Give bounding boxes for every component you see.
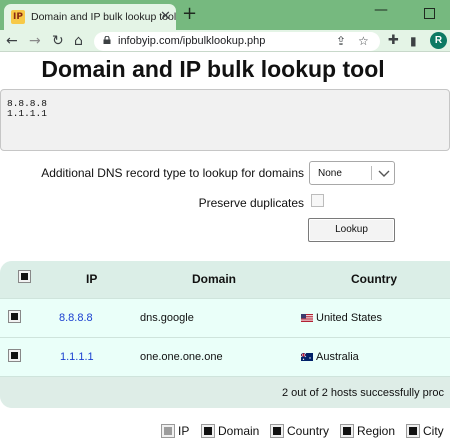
- back-icon[interactable]: ←: [6, 32, 18, 50]
- browser-tab-strip: IP Domain and IP bulk lookup tool ✕ + —: [0, 0, 450, 30]
- hosts-textarea[interactable]: 8.8.8.8 1.1.1.1: [0, 89, 450, 151]
- home-icon[interactable]: ⌂: [74, 32, 83, 50]
- ip-link[interactable]: 1.1.1.1: [60, 351, 94, 363]
- preserve-duplicates-checkbox[interactable]: [311, 194, 324, 207]
- results-summary: 2 out of 2 hosts successfully proc: [282, 387, 445, 399]
- header-ip[interactable]: IP: [86, 272, 97, 286]
- dns-record-select[interactable]: None: [309, 161, 395, 185]
- browser-tab[interactable]: IP Domain and IP bulk lookup tool ✕: [4, 4, 176, 30]
- table-row: 8.8.8.8 dns.google United States: [0, 298, 450, 337]
- column-toggle-city-label: City: [423, 424, 444, 438]
- preserve-duplicates-label: Preserve duplicates: [198, 196, 304, 210]
- column-toggle-region[interactable]: Region: [340, 424, 396, 438]
- share-icon[interactable]: ⇪: [336, 32, 346, 50]
- address-bar[interactable]: infobyip.com/ipbulklookup.php ⇪ ☆: [94, 32, 380, 51]
- reload-icon[interactable]: ↻: [52, 32, 64, 50]
- new-tab-icon[interactable]: +: [182, 3, 197, 24]
- column-toggle-country[interactable]: Country: [270, 424, 330, 438]
- window-minimize-icon[interactable]: —: [374, 2, 388, 18]
- select-divider: [371, 166, 372, 180]
- header-country[interactable]: Country: [351, 272, 397, 286]
- column-toggle-city-checkbox[interactable]: [406, 424, 420, 438]
- column-toggle-region-label: Region: [357, 424, 396, 438]
- forward-icon[interactable]: →: [29, 32, 41, 50]
- column-toggle-domain-checkbox[interactable]: [201, 424, 215, 438]
- column-toggle-ip[interactable]: IP: [161, 424, 190, 438]
- tab-close-icon[interactable]: ✕: [160, 9, 171, 24]
- ip-link[interactable]: 8.8.8.8: [59, 312, 93, 324]
- page-title: Domain and IP bulk lookup tool: [41, 56, 385, 82]
- address-url: infobyip.com/ipbulklookup.php: [118, 35, 266, 47]
- column-toggle-domain-label: Domain: [218, 424, 260, 438]
- tab-title: Domain and IP bulk lookup tool: [31, 11, 177, 23]
- extensions-icon[interactable]: ✚: [388, 32, 399, 50]
- column-toggle-domain[interactable]: Domain: [201, 424, 260, 438]
- column-toggle-region-checkbox[interactable]: [340, 424, 354, 438]
- au-flag-icon: [301, 353, 313, 361]
- chevron-down-icon: [378, 170, 390, 177]
- row-checkbox[interactable]: [8, 310, 21, 323]
- country-cell: United States: [316, 312, 383, 324]
- sidepanel-icon[interactable]: ▮: [410, 32, 417, 50]
- window-maximize-icon[interactable]: [424, 8, 435, 19]
- dns-record-label: Additional DNS record type to lookup for…: [41, 166, 304, 180]
- dns-record-selected-value: None: [318, 168, 342, 179]
- select-all-checkbox[interactable]: [18, 270, 31, 283]
- profile-avatar[interactable]: R: [430, 32, 447, 49]
- header-domain[interactable]: Domain: [192, 272, 236, 286]
- bookmark-star-icon[interactable]: ☆: [358, 32, 369, 50]
- table-header-row: IP Domain Country: [0, 261, 450, 298]
- column-toggle-ip-label: IP: [178, 424, 190, 438]
- row-checkbox[interactable]: [8, 349, 21, 362]
- column-toggle-ip-checkbox[interactable]: [161, 424, 175, 438]
- lookup-button[interactable]: Lookup: [308, 218, 395, 242]
- browser-toolbar: ← → ↻ ⌂ infobyip.com/ipbulklookup.php ⇪ …: [0, 30, 450, 52]
- results-table: IP Domain Country 8.8.8.8 dns.google Uni…: [0, 261, 450, 408]
- domain-cell: dns.google: [140, 312, 194, 324]
- table-footer-row: 2 out of 2 hosts successfully proc: [0, 376, 450, 408]
- us-flag-icon: [301, 314, 313, 322]
- country-cell: Australia: [316, 351, 359, 363]
- table-row: 1.1.1.1 one.one.one.one Australia: [0, 337, 450, 376]
- column-toggle-country-label: Country: [287, 424, 330, 438]
- site-favicon-icon: IP: [11, 10, 25, 24]
- column-toggle-city[interactable]: City: [406, 424, 444, 438]
- domain-cell: one.one.one.one: [140, 351, 223, 363]
- column-toggle-country-checkbox[interactable]: [270, 424, 284, 438]
- lock-icon: [103, 36, 111, 44]
